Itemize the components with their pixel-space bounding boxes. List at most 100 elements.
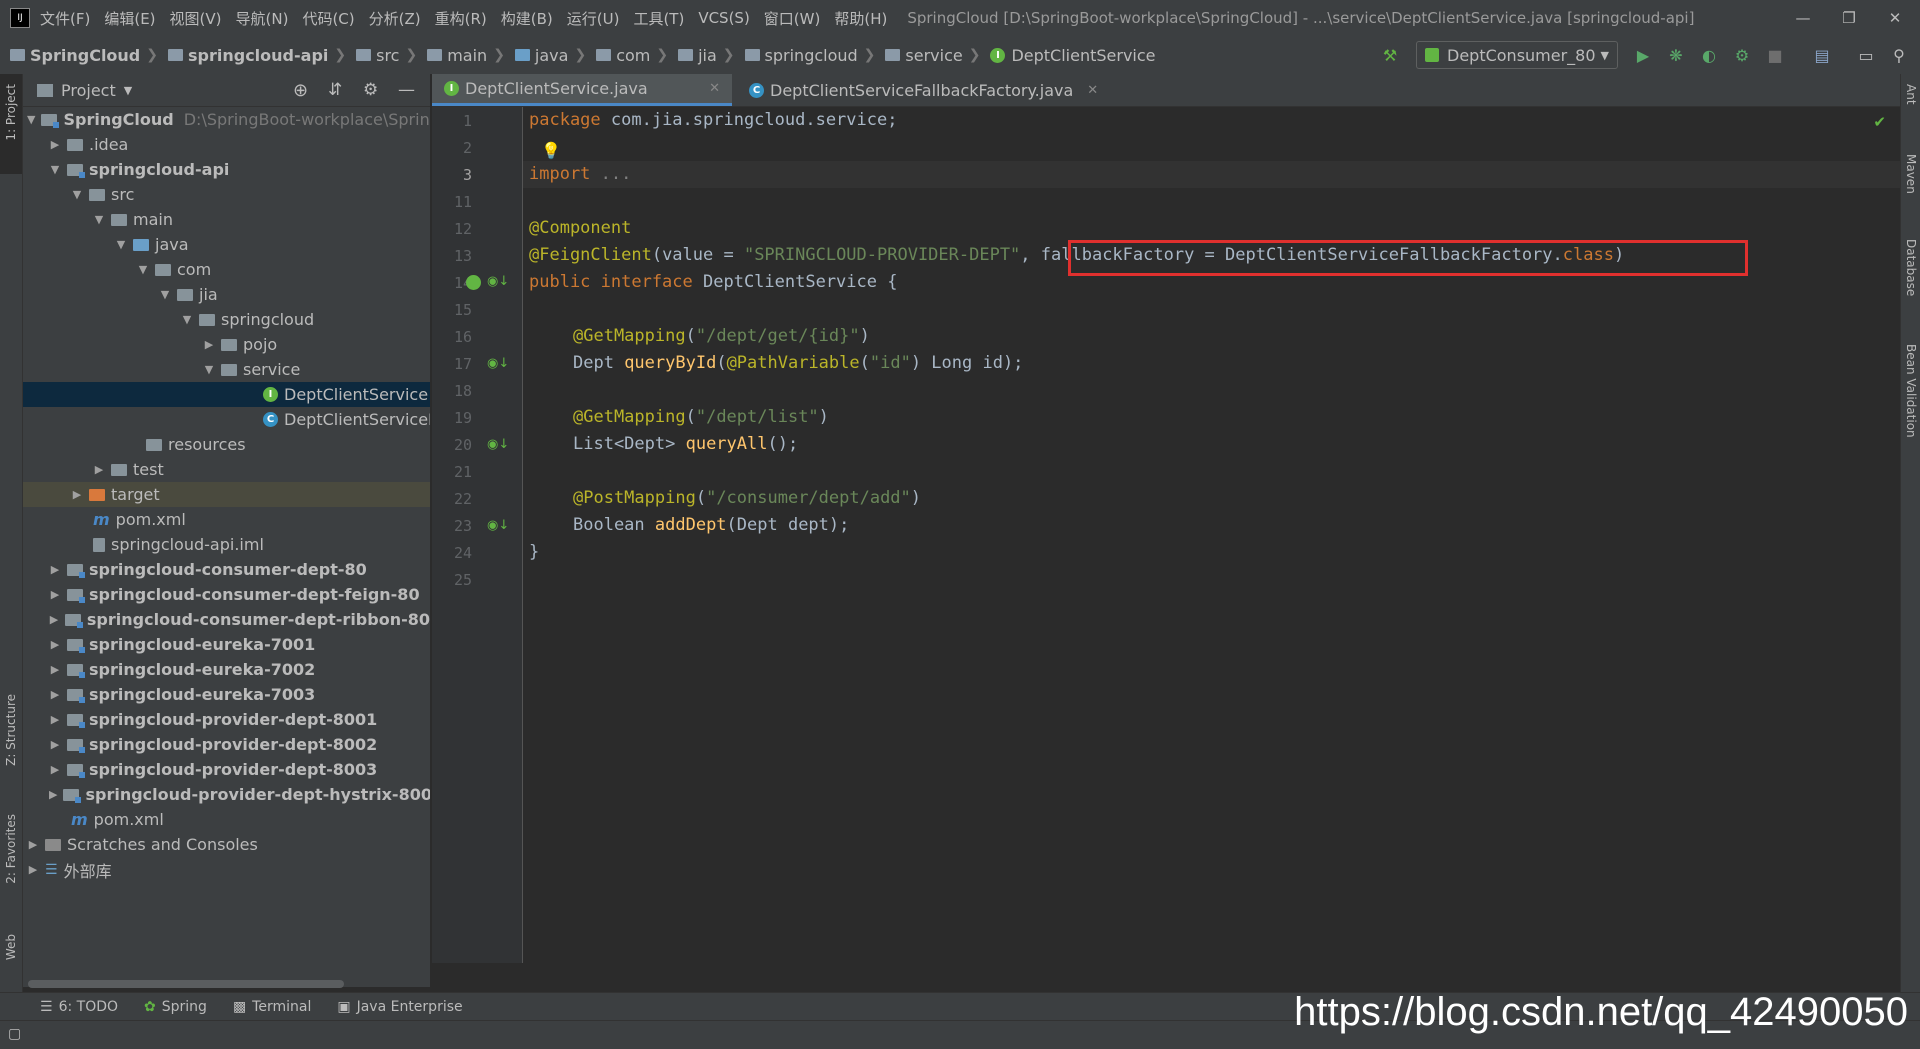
expand-arrow-icon[interactable]: ▼ bbox=[115, 238, 127, 251]
tree-node-java[interactable]: ▼ java bbox=[23, 232, 430, 257]
expand-arrow-icon[interactable]: ▼ bbox=[71, 188, 83, 201]
tree-node-jia[interactable]: ▼ jia bbox=[23, 282, 430, 307]
tree-node-module[interactable]: ▶ springcloud-consumer-dept-80 bbox=[23, 557, 430, 582]
tree-node-target[interactable]: ▶ target bbox=[23, 482, 430, 507]
todo-tool-button[interactable]: ☰ 6: TODO bbox=[40, 999, 118, 1015]
tree-node-pojo[interactable]: ▶ pojo bbox=[23, 332, 430, 357]
debug-icon[interactable]: ❋ bbox=[1666, 45, 1686, 65]
tree-node-pom-api[interactable]: m pom.xml bbox=[23, 507, 430, 532]
tree-node-module[interactable]: ▶ springcloud-provider-dept-hystrix-8001 bbox=[23, 782, 430, 807]
tree-node-module[interactable]: ▶ springcloud-eureka-7002 bbox=[23, 657, 430, 682]
breadcrumb-com[interactable]: com ❯ bbox=[586, 46, 668, 65]
expand-arrow-icon[interactable]: ▼ bbox=[159, 288, 171, 301]
tree-node-module[interactable]: ▶ springcloud-eureka-7003 bbox=[23, 682, 430, 707]
horizontal-scrollbar[interactable] bbox=[28, 980, 344, 988]
tree-node-external-libs[interactable]: ▶ ☰ 外部库 bbox=[23, 857, 430, 882]
breadcrumb-module[interactable]: springcloud-api ❯ bbox=[158, 46, 346, 65]
menu-navigate[interactable]: 导航(N) bbox=[236, 8, 289, 29]
menu-vcs[interactable]: VCS(S) bbox=[698, 9, 749, 27]
terminal-tool-button[interactable]: ▩ Terminal bbox=[233, 999, 311, 1015]
locate-icon[interactable]: ⊕ bbox=[293, 80, 308, 101]
tree-node-scratches[interactable]: ▶ Scratches and Consoles bbox=[23, 832, 430, 857]
collapse-all-icon[interactable]: ⇵ bbox=[328, 80, 342, 100]
menu-build[interactable]: 构建(B) bbox=[501, 8, 553, 29]
minimize-icon[interactable]: — bbox=[1780, 0, 1826, 36]
spring-tool-button[interactable]: ✿ Spring bbox=[144, 999, 207, 1015]
collapsed-arrow-icon[interactable]: ▶ bbox=[49, 613, 59, 626]
tree-node-main[interactable]: ▼ main bbox=[23, 207, 430, 232]
menu-tools[interactable]: 工具(T) bbox=[633, 8, 684, 29]
tree-node-com[interactable]: ▼ com bbox=[23, 257, 430, 282]
tree-node-idea[interactable]: ▶ .idea bbox=[23, 132, 430, 157]
implemented-method-icon[interactable]: ◉↓ bbox=[487, 437, 509, 452]
tree-node-pom-root[interactable]: m pom.xml bbox=[23, 807, 430, 832]
breadcrumb-java[interactable]: java ❯ bbox=[505, 46, 586, 65]
tree-node-springcloud-api[interactable]: ▼ springcloud-api bbox=[23, 157, 430, 182]
breadcrumb-jia[interactable]: jia ❯ bbox=[668, 46, 735, 65]
breadcrumb-service[interactable]: service ❯ bbox=[875, 46, 980, 65]
breadcrumb-src[interactable]: src ❯ bbox=[346, 46, 417, 65]
menu-edit[interactable]: 编辑(E) bbox=[104, 8, 155, 29]
ant-tool-button[interactable]: Ant bbox=[1904, 84, 1918, 105]
profile-icon[interactable]: ⚙ bbox=[1732, 45, 1752, 65]
code-editor[interactable]: package com.jia.springcloud.service; 💡 i… bbox=[523, 107, 1900, 963]
menu-help[interactable]: 帮助(H) bbox=[834, 8, 887, 29]
expand-arrow-icon[interactable]: ▼ bbox=[137, 263, 149, 276]
chevron-down-icon[interactable]: ▼ bbox=[124, 84, 132, 97]
restore-icon[interactable]: ❐ bbox=[1826, 0, 1872, 36]
tree-node-deptclientservice[interactable]: I DeptClientService bbox=[23, 382, 430, 407]
implemented-method-icon[interactable]: ◉↓ bbox=[487, 518, 509, 533]
tree-node-resources[interactable]: resources bbox=[23, 432, 430, 457]
implemented-method-icon[interactable]: ◉↓ bbox=[487, 274, 509, 289]
breadcrumb-project[interactable]: SpringCloud ❯ bbox=[0, 46, 158, 65]
collapsed-arrow-icon[interactable]: ▶ bbox=[71, 488, 83, 501]
tree-node-src[interactable]: ▼ src bbox=[23, 182, 430, 207]
gear-icon[interactable]: ⚙ bbox=[363, 80, 378, 100]
search-icon[interactable]: ⚲ bbox=[1889, 45, 1909, 65]
layout-icon[interactable]: ▭ bbox=[1856, 45, 1876, 65]
collapsed-arrow-icon[interactable]: ▶ bbox=[49, 713, 61, 726]
build-hammer-icon[interactable]: ⚒ bbox=[1380, 45, 1400, 65]
implemented-method-icon[interactable]: ◉↓ bbox=[487, 356, 509, 371]
tree-node-module[interactable]: ▶ springcloud-consumer-dept-ribbon-80 bbox=[23, 607, 430, 632]
project-structure-icon[interactable]: ▤ bbox=[1812, 45, 1832, 65]
menu-analyze[interactable]: 分析(Z) bbox=[369, 8, 421, 29]
collapsed-arrow-icon[interactable]: ▶ bbox=[49, 688, 61, 701]
favorites-tool-button[interactable]: 2: Favorites bbox=[4, 814, 18, 884]
menu-view[interactable]: 视图(V) bbox=[170, 8, 222, 29]
tab-deptclientservice[interactable]: I DeptClientService.java ✕ bbox=[432, 74, 732, 106]
collapsed-arrow-icon[interactable]: ▶ bbox=[49, 638, 61, 651]
collapsed-arrow-icon[interactable]: ▶ bbox=[27, 838, 39, 851]
close-icon[interactable]: ✕ bbox=[1872, 0, 1918, 36]
collapsed-arrow-icon[interactable]: ▶ bbox=[49, 738, 61, 751]
tree-node-module[interactable]: ▶ springcloud-provider-dept-8003 bbox=[23, 757, 430, 782]
collapsed-arrow-icon[interactable]: ▶ bbox=[93, 463, 105, 476]
collapsed-arrow-icon[interactable]: ▶ bbox=[49, 138, 61, 151]
hide-panel-icon[interactable]: — bbox=[398, 80, 415, 100]
expand-arrow-icon[interactable]: ▼ bbox=[49, 163, 61, 176]
collapsed-arrow-icon[interactable]: ▶ bbox=[49, 563, 61, 576]
tab-fallbackfactory[interactable]: C DeptClientServiceFallbackFactory.java … bbox=[737, 74, 1098, 106]
tree-node-test[interactable]: ▶ test bbox=[23, 457, 430, 482]
run-configuration-select[interactable]: DeptConsumer_80 ▼ bbox=[1416, 41, 1618, 69]
tree-node-service[interactable]: ▼ service bbox=[23, 357, 430, 382]
coverage-icon[interactable]: ◐ bbox=[1699, 45, 1719, 65]
expand-arrow-icon[interactable]: ▼ bbox=[93, 213, 105, 226]
lightbulb-icon[interactable]: 💡 bbox=[541, 141, 561, 160]
breadcrumb-springcloud[interactable]: springcloud ❯ bbox=[735, 46, 875, 65]
menu-refactor[interactable]: 重构(R) bbox=[435, 8, 487, 29]
stop-icon[interactable]: ■ bbox=[1765, 45, 1785, 65]
bean-validation-tool-button[interactable]: Bean Validation bbox=[1904, 344, 1918, 438]
collapsed-arrow-icon[interactable]: ▶ bbox=[49, 788, 57, 801]
tree-node-fallbackfactory[interactable]: C DeptClientServiceFa bbox=[23, 407, 430, 432]
project-tool-button[interactable]: 1: Project bbox=[4, 84, 18, 141]
menu-file[interactable]: 文件(F) bbox=[40, 8, 90, 29]
expand-arrow-icon[interactable]: ▼ bbox=[27, 113, 35, 126]
tree-node-springcloud[interactable]: ▼ springcloud bbox=[23, 307, 430, 332]
spring-bean-icon[interactable] bbox=[466, 275, 481, 290]
close-tab-icon[interactable]: ✕ bbox=[1087, 83, 1098, 98]
collapsed-arrow-icon[interactable]: ▶ bbox=[27, 863, 39, 876]
close-tab-icon[interactable]: ✕ bbox=[709, 81, 720, 96]
database-tool-button[interactable]: Database bbox=[1904, 239, 1918, 296]
java-enterprise-tool-button[interactable]: ▣ Java Enterprise bbox=[337, 999, 462, 1015]
